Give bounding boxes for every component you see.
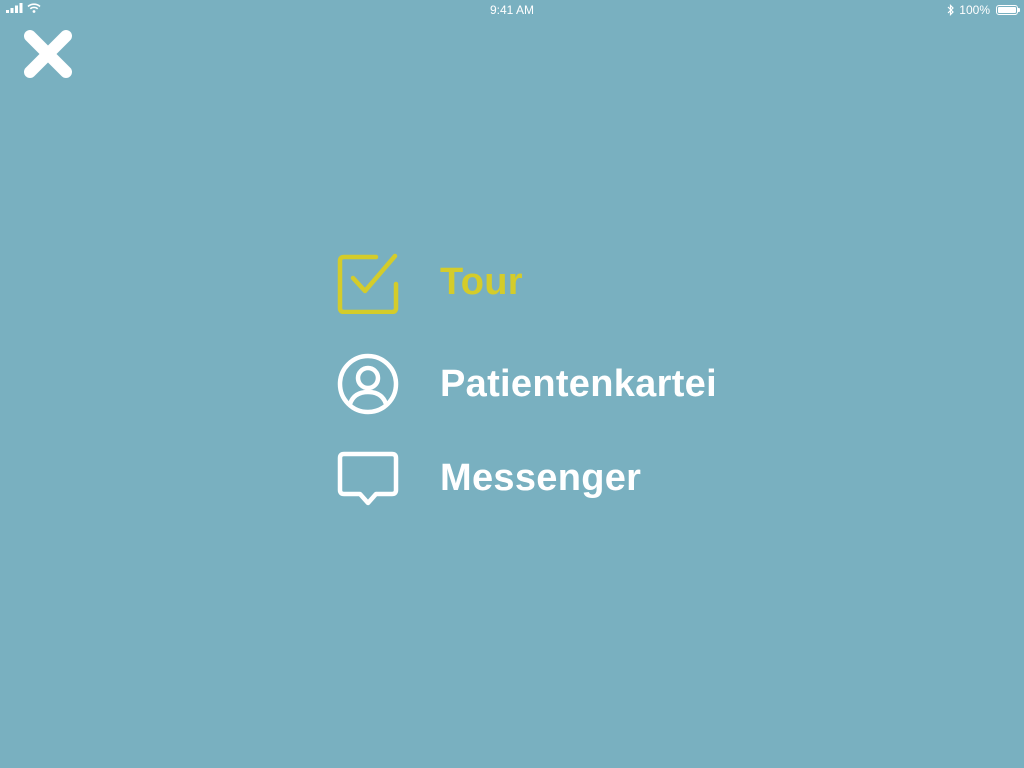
menu-item-tour[interactable]: Tour — [336, 250, 523, 314]
status-right: 100% — [947, 3, 1020, 17]
battery-icon — [996, 5, 1020, 15]
checkbox-icon — [337, 253, 399, 314]
status-time: 9:41 AM — [489, 3, 535, 17]
menu-item-label: Messenger — [440, 456, 642, 499]
menu-item-patientenkartei[interactable]: Patientenkartei — [336, 352, 717, 416]
menu-item-label: Patientenkartei — [440, 362, 717, 405]
close-icon — [24, 30, 72, 78]
menu-item-messenger[interactable]: Messenger — [336, 446, 641, 510]
user-circle-icon — [337, 353, 399, 415]
bluetooth-icon — [947, 4, 955, 16]
battery-percent: 100% — [959, 3, 990, 17]
menu-item-label: Tour — [440, 260, 523, 303]
chat-bubble-icon — [337, 451, 399, 506]
close-button[interactable] — [22, 28, 74, 80]
battery-fill — [998, 7, 1016, 13]
status-bar: 9:41 AM 100% — [0, 0, 1024, 20]
